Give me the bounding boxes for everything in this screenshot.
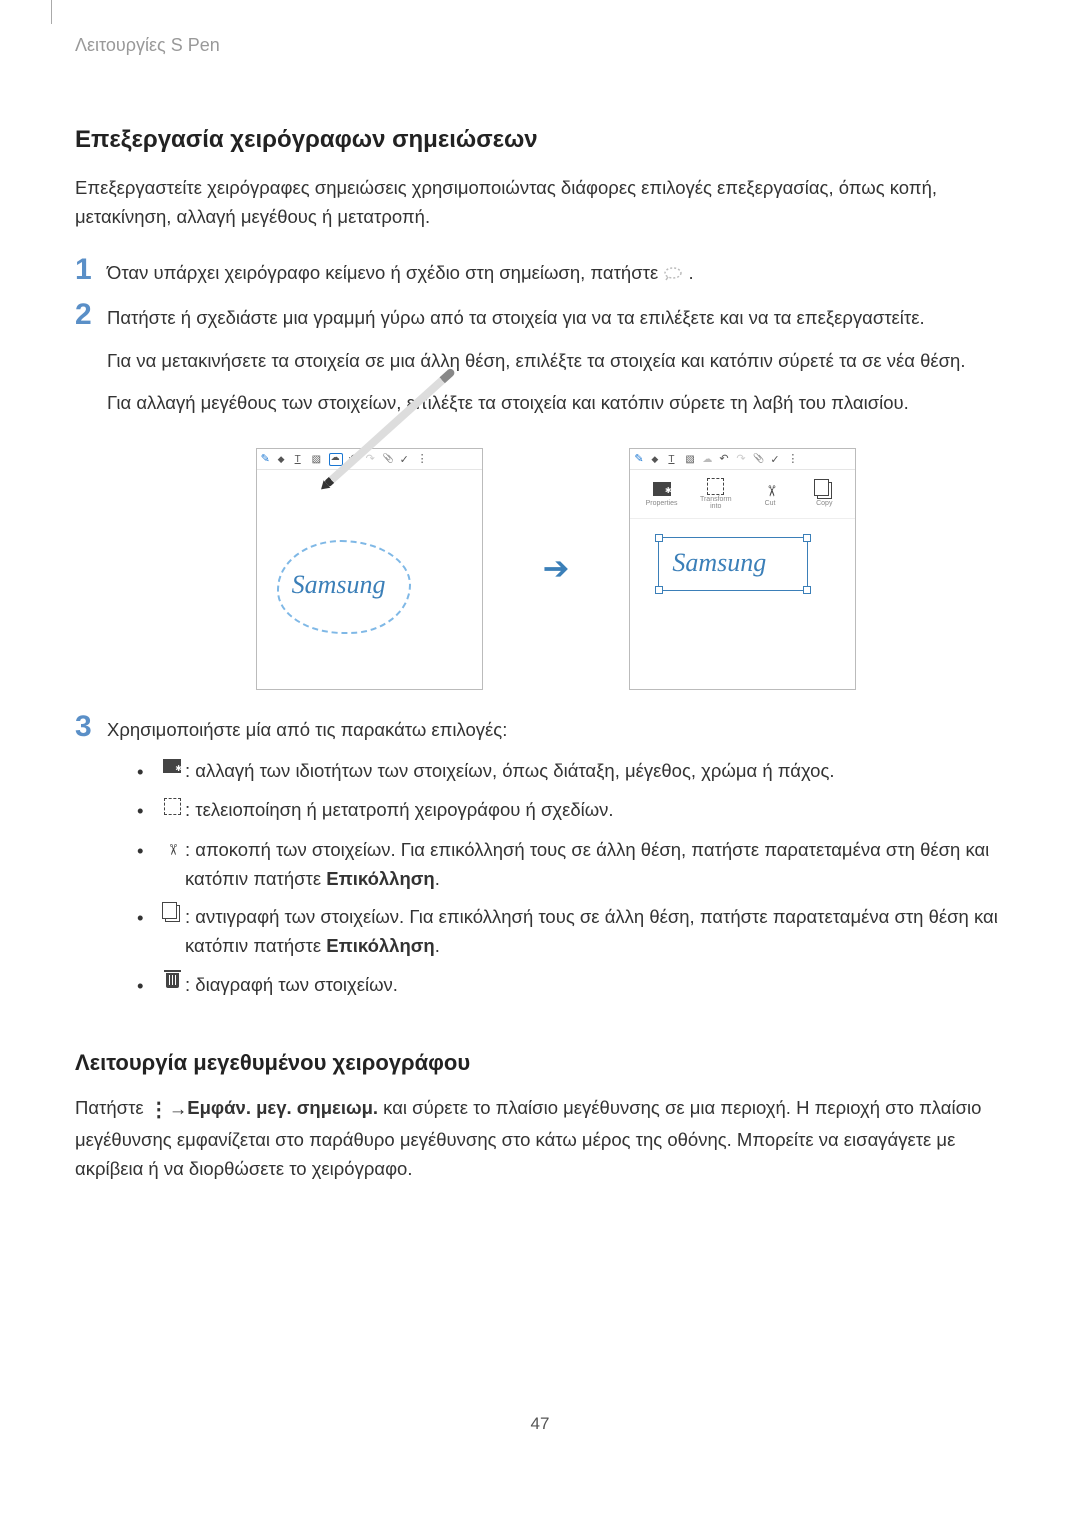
step-3: 3 Χρησιμοποιήστε μία από τις παρακάτω επ… xyxy=(75,710,1005,1010)
lasso-tool-icon xyxy=(329,453,343,466)
option-transform: • : τελειοποίηση ή μετατροπή χειρογράφου… xyxy=(137,796,1005,826)
option-properties: • : αλλαγή των ιδιοτήτων των στοιχείων, … xyxy=(137,757,1005,787)
attach-icon xyxy=(383,454,394,465)
step-2-line3: Για αλλαγή μεγέθους των στοιχείων, επιλέ… xyxy=(107,389,1005,418)
section-header-label: Λειτουργίες S Pen xyxy=(75,35,1005,56)
cut-icon xyxy=(159,836,185,861)
lasso-tool-icon xyxy=(702,454,713,465)
option-cut: • : αποκοπή των στοιχείων. Για επικόλλησ… xyxy=(137,836,1005,893)
page-number: 47 xyxy=(75,1414,1005,1434)
popup-cut-label: Cut xyxy=(765,500,776,507)
note-toolbar-right xyxy=(630,449,855,470)
popup-transform-label: Transform into xyxy=(694,496,738,510)
option-copy-bold: Επικόλληση xyxy=(326,935,434,956)
header-divider xyxy=(51,0,52,24)
bullet-dot: • xyxy=(137,757,159,787)
para2-arrow: → xyxy=(169,1095,188,1124)
screenshot-before: Samsung xyxy=(256,448,483,690)
para2-bold: Εμφάν. μεγ. σημειωμ. xyxy=(187,1097,378,1118)
pen-icon xyxy=(634,454,645,465)
note-toolbar-left xyxy=(257,449,482,470)
handwriting-sample-left: Samsung xyxy=(292,565,386,605)
option-properties-text: : αλλαγή των ιδιοτήτων των στοιχείων, όπ… xyxy=(185,757,1005,786)
selection-popup: Properties Transform into Cut Copy xyxy=(630,470,855,519)
step-2-line2: Για να μετακινήσετε τα στοιχεία σε μια ά… xyxy=(107,347,1005,376)
canvas-after: Samsung xyxy=(630,519,855,689)
bullet-dot: • xyxy=(137,903,159,933)
transform-icon xyxy=(707,478,724,494)
option-cut-bold: Επικόλληση xyxy=(326,868,434,889)
trash-icon xyxy=(159,971,185,988)
step-1: 1 Όταν υπάρχει χειρόγραφο κείμενο ή σχέδ… xyxy=(75,253,1005,288)
bullet-dot: • xyxy=(137,796,159,826)
option-transform-text: : τελειοποίηση ή μετατροπή χειρογράφου ή… xyxy=(185,796,1005,825)
illustration-container: Samsung ➔ xyxy=(107,448,1005,690)
bullet-dot: • xyxy=(137,836,159,866)
more-options-icon: ⋮ xyxy=(149,1095,169,1126)
popup-copy-label: Copy xyxy=(816,500,832,507)
popup-transform: Transform into xyxy=(694,478,738,510)
copy-icon xyxy=(159,903,185,922)
redo-icon xyxy=(736,454,747,465)
popup-properties-label: Properties xyxy=(646,500,678,507)
more-icon xyxy=(787,454,798,465)
arrow-right-icon: ➔ xyxy=(543,544,570,594)
option-delete: • : διαγραφή των στοιχείων. xyxy=(137,971,1005,1001)
popup-copy: Copy xyxy=(802,482,846,507)
para2-a: Πατήστε xyxy=(75,1097,149,1118)
text-icon xyxy=(295,454,306,465)
heading-magnified-handwriting: Λειτουργία μεγεθυμένου χειρογράφου xyxy=(75,1050,1005,1076)
step-3-text: Χρησιμοποιήστε μία από τις παρακάτω επιλ… xyxy=(107,716,1005,745)
intro-paragraph: Επεξεργαστείτε χειρόγραφες σημειώσεις χρ… xyxy=(75,174,1005,231)
lasso-select-icon xyxy=(663,265,683,283)
stylus-illustration xyxy=(324,367,456,487)
bullet-dot: • xyxy=(137,971,159,1001)
brush-icon xyxy=(651,454,662,465)
done-icon xyxy=(770,454,781,465)
magnified-paragraph: Πατήστε ⋮ → Εμφάν. μεγ. σημειωμ. και σύρ… xyxy=(75,1094,1005,1183)
undo-icon xyxy=(719,454,730,465)
option-copy-text-c: . xyxy=(435,935,440,956)
image-icon xyxy=(685,454,696,465)
step-1-text-a: Όταν υπάρχει χειρόγραφο κείμενο ή σχέδιο… xyxy=(107,262,663,283)
option-copy-text-a: : αντιγραφή των στοιχείων. Για επικόλλησ… xyxy=(185,906,998,956)
brush-icon xyxy=(278,454,289,465)
done-icon xyxy=(400,454,411,465)
step-3-number: 3 xyxy=(75,710,107,745)
text-icon xyxy=(668,454,679,465)
redo-icon xyxy=(366,454,377,465)
attach-icon xyxy=(753,454,764,465)
properties-icon xyxy=(159,757,185,773)
more-icon xyxy=(417,454,428,465)
step-2-line1: Πατήστε ή σχεδιάστε μια γραμμή γύρω από … xyxy=(107,304,1005,333)
transform-icon xyxy=(159,796,185,815)
cut-icon xyxy=(764,482,777,498)
option-cut-text-c: . xyxy=(435,868,440,889)
popup-properties: Properties xyxy=(640,482,684,507)
handwriting-sample-right: Samsung xyxy=(672,543,766,583)
popup-cut: Cut xyxy=(748,482,792,507)
screenshot-after: Properties Transform into Cut Copy xyxy=(629,448,856,690)
copy-icon xyxy=(817,482,832,498)
option-cut-text-a: : αποκοπή των στοιχείων. Για επικόλλησή … xyxy=(185,839,989,889)
canvas-before: Samsung xyxy=(257,470,482,689)
option-copy: • : αντιγραφή των στοιχείων. Για επικόλλ… xyxy=(137,903,1005,960)
step-2-number: 2 xyxy=(75,298,107,333)
pen-icon xyxy=(261,454,272,465)
step-1-number: 1 xyxy=(75,253,107,288)
step-1-text-b: . xyxy=(688,262,693,283)
properties-icon xyxy=(653,482,671,498)
image-icon xyxy=(312,454,323,465)
step-2: 2 Πατήστε ή σχεδιάστε μια γραμμή γύρω απ… xyxy=(75,298,1005,700)
option-delete-text: : διαγραφή των στοιχείων. xyxy=(185,971,1005,1000)
heading-edit-handwritten: Επεξεργασία χειρόγραφων σημειώσεων xyxy=(75,126,1005,154)
options-list: • : αλλαγή των ιδιοτήτων των στοιχείων, … xyxy=(137,757,1005,1001)
